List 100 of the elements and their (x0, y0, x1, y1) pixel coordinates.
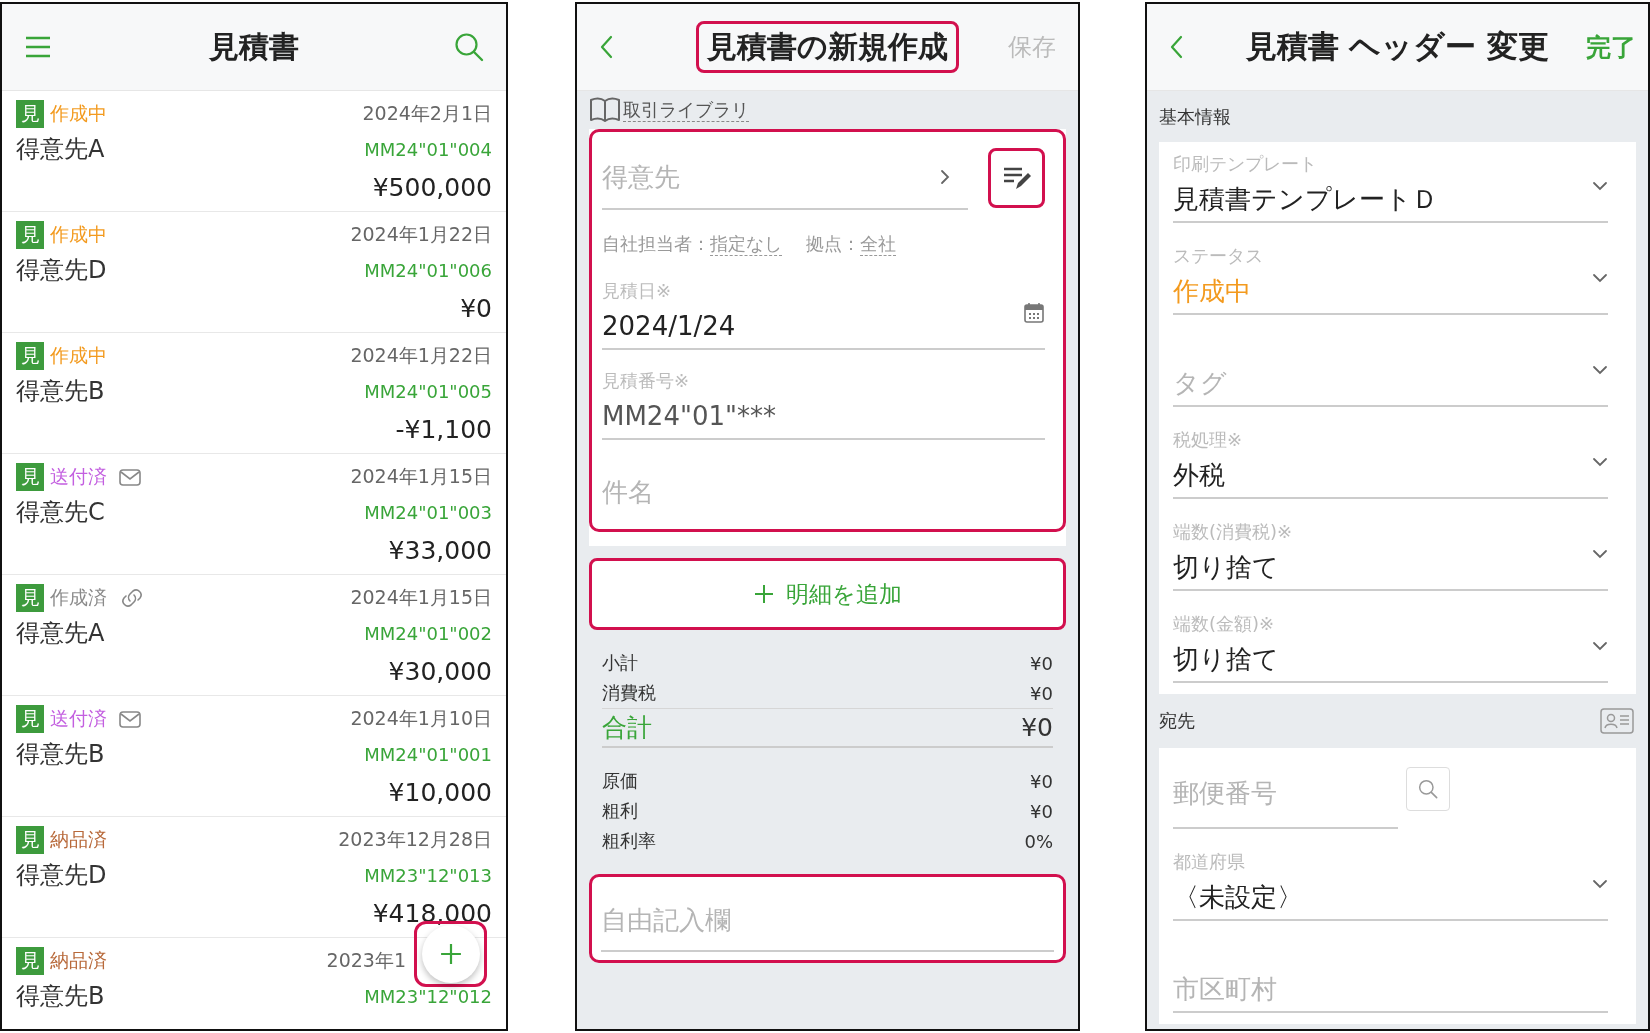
estimate-date: 2024年1月15日 (350, 585, 492, 610)
estimate-list-item[interactable]: 見 送付済 2024年1月10日 得意先B MM24"01"001 ¥10,000 (2, 696, 506, 817)
total-label: 消費税 (602, 681, 656, 705)
estimate-date: 2024年2月1日 (362, 101, 492, 126)
field-value: 見積書テンプレートＤ (1173, 183, 1439, 216)
search-icon[interactable] (454, 32, 484, 62)
document-type-badge: 見 (16, 342, 44, 370)
estimate-date: 2023年1 (326, 948, 406, 973)
margin-label: 原価 (602, 769, 638, 793)
chevron-right-icon (940, 169, 950, 185)
chevron-down-icon[interactable] (1592, 549, 1608, 559)
chevron-down-icon[interactable] (1592, 879, 1608, 889)
back-icon[interactable] (599, 35, 613, 59)
document-type-badge: 見 (16, 463, 44, 491)
branch-label: 拠点： (806, 232, 860, 256)
screen-title: 見積書 (209, 27, 299, 66)
customer-name: 得意先D (16, 255, 107, 286)
estimate-list-item[interactable]: 見 作成中 2024年1月22日 得意先D MM24"01"006 ¥0 (2, 212, 506, 333)
text-field[interactable]: 市区町村 (1173, 967, 1608, 1011)
envelope-icon (119, 468, 141, 486)
notes-input[interactable]: 自由記入欄 (601, 905, 1054, 935)
chevron-down-icon[interactable] (1592, 641, 1608, 651)
estimate-list-item[interactable]: 見 作成済 2024年1月15日 得意先A MM24"01"002 ¥30,000 (2, 575, 506, 696)
field-label: 端数(金額)※ (1173, 612, 1276, 636)
back-icon[interactable] (1169, 35, 1183, 59)
document-type-badge: 見 (16, 947, 44, 975)
subject-field[interactable]: 件名 (602, 470, 1045, 514)
notes-field[interactable]: 自由記入欄 (589, 874, 1066, 963)
total-label: 合計 (602, 712, 652, 744)
chevron-down-icon[interactable] (1592, 365, 1608, 375)
document-type-badge: 見 (16, 100, 44, 128)
estimate-number: MM23"12"013 (364, 864, 492, 886)
chevron-down-icon[interactable] (1592, 273, 1608, 283)
status-label: 送付済 (50, 464, 107, 489)
estimate-number: MM24"01"003 (364, 501, 492, 523)
status-label: 作成中 (50, 222, 107, 247)
library-link[interactable]: 取引ライブラリ (623, 98, 749, 122)
chevron-down-icon[interactable] (1592, 457, 1608, 467)
estimate-amount: ¥500,000 (372, 172, 492, 202)
field-label: 端数(消費税)※ (1173, 520, 1294, 544)
envelope-icon (119, 710, 141, 728)
estimate-amount: ¥30,000 (388, 656, 492, 686)
field-value: 外税 (1173, 459, 1226, 492)
calendar-icon[interactable] (1023, 302, 1045, 324)
customer-name: 得意先B (16, 376, 105, 407)
field-value: 〈未設定〉 (1173, 881, 1304, 914)
estimate-date: 2023年12月28日 (338, 827, 492, 852)
date-field[interactable]: 2024/1/24 (602, 304, 1023, 348)
edit-button[interactable] (988, 148, 1045, 208)
edit-list-icon (1001, 165, 1032, 191)
document-type-badge: 見 (16, 221, 44, 249)
estimate-date: 2024年1月15日 (350, 464, 492, 489)
document-type-badge: 見 (16, 826, 44, 854)
section-title: 基本情報 (1159, 104, 1231, 129)
dropdown-field[interactable]: 印刷テンプレート 見積書テンプレートＤ (1173, 142, 1608, 223)
dropdown-field[interactable]: 端数(消費税)※ 切り捨て (1173, 510, 1608, 591)
estimate-list-item[interactable]: 見 送付済 2024年1月15日 得意先C MM24"01"003 ¥33,000 (2, 454, 506, 575)
dropdown-field[interactable]: タグ (1173, 361, 1592, 405)
customer-field[interactable]: 得意先 (602, 162, 940, 192)
plus-icon (753, 584, 774, 604)
estimate-number-field[interactable]: MM24"01"*** (602, 394, 1045, 438)
status-label: 作成中 (50, 101, 107, 126)
screen-title: 見積書 ヘッダー 変更 (1245, 27, 1550, 66)
customer-name: 得意先B (16, 981, 105, 1012)
dropdown-field[interactable]: 端数(金額)※ 切り捨て (1173, 602, 1608, 683)
dropdown-field[interactable]: 税処理※ 外税 (1173, 418, 1608, 499)
dropdown-field[interactable]: 都道府県 〈未設定〉 (1173, 840, 1608, 921)
customer-name: 得意先B (16, 739, 105, 770)
estimate-amount: ¥33,000 (388, 535, 492, 565)
field-value: 切り捨て (1173, 643, 1280, 676)
staff-label: 自社担当者： (602, 232, 710, 256)
margin-label: 粗利 (602, 799, 638, 823)
total-value: ¥0 (1030, 652, 1053, 674)
estimate-list-item[interactable]: 見 作成中 2024年1月22日 得意先B MM24"01"005 -¥1,100 (2, 333, 506, 454)
date-label: 見積日※ (602, 279, 673, 303)
menu-icon[interactable] (24, 35, 52, 59)
field-label: 都道府県 (1173, 850, 1246, 874)
estimate-amount: ¥0 (460, 293, 492, 323)
chevron-down-icon[interactable] (1592, 181, 1608, 191)
customer-name: 得意先C (16, 497, 105, 528)
field-label: 印刷テンプレート (1173, 152, 1318, 176)
document-type-badge: 見 (16, 584, 44, 612)
postal-code-field[interactable]: 郵便番号 (1173, 770, 1398, 815)
margin-value: 0% (1024, 830, 1053, 852)
estimate-amount: ¥10,000 (388, 777, 492, 807)
estimate-number: MM24"01"004 (364, 138, 492, 160)
section-title: 宛先 (1159, 709, 1195, 733)
search-icon[interactable] (1418, 779, 1438, 799)
status-label: 送付済 (50, 706, 107, 731)
estimate-number: MM23"12"012 (364, 985, 492, 1007)
estimate-number: MM24"01"006 (364, 259, 492, 281)
status-label: 作成済 (50, 585, 107, 610)
estimate-amount: -¥1,100 (395, 414, 492, 444)
estimate-list-item[interactable]: 見 作成中 2024年2月1日 得意先A MM24"01"004 ¥500,000 (2, 91, 506, 212)
estimate-amount: ¥418,000 (372, 898, 492, 928)
margin-label: 粗利率 (602, 829, 656, 853)
field-value: 作成中 (1173, 275, 1252, 308)
customer-name: 得意先A (16, 618, 105, 649)
field-label: 税処理※ (1173, 428, 1244, 452)
estimate-date: 2024年1月10日 (350, 706, 492, 731)
